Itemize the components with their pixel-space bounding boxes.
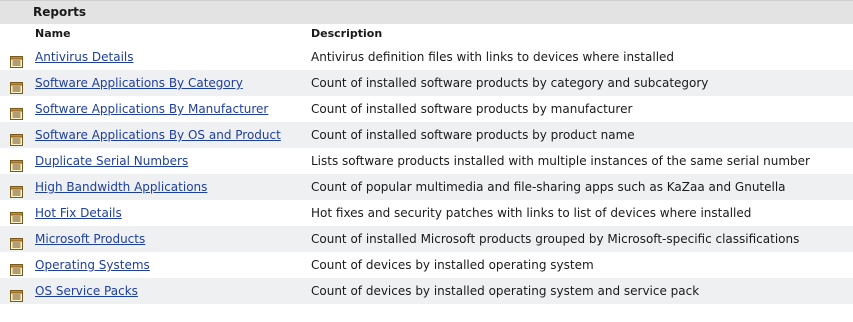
report-description: Count of devices by installed operating … xyxy=(311,258,594,272)
report-link[interactable]: Operating Systems xyxy=(35,252,150,278)
column-header-name: Name xyxy=(35,27,71,40)
report-icon xyxy=(10,259,23,276)
report-icon xyxy=(10,207,23,224)
report-description: Count of installed software products by … xyxy=(311,102,633,116)
report-link[interactable]: Duplicate Serial Numbers xyxy=(35,148,188,174)
report-icon xyxy=(10,155,23,172)
report-description: Count of popular multimedia and file-sha… xyxy=(311,180,786,194)
reports-panel: Reports Name Description Antivirus Detai… xyxy=(0,0,853,322)
table-row: Operating Systems Count of devices by ins… xyxy=(0,252,853,278)
report-icon xyxy=(10,181,23,198)
report-description: Antivirus definition files with links to… xyxy=(311,50,675,64)
report-link[interactable]: Software Applications By Manufacturer xyxy=(35,96,268,122)
panel-title: Reports xyxy=(0,0,853,24)
report-description: Count of devices by installed operating … xyxy=(311,284,700,298)
report-icon xyxy=(10,285,23,302)
reports-list: Antivirus Details Antivirus definition fi… xyxy=(0,44,853,304)
table-header: Name Description xyxy=(0,24,853,44)
report-link[interactable]: OS Service Packs xyxy=(35,278,138,304)
report-link[interactable]: Hot Fix Details xyxy=(35,200,122,226)
report-icon xyxy=(10,51,23,68)
table-row: Software Applications By OS and Product C… xyxy=(0,122,853,148)
report-description: Count of installed software products by … xyxy=(311,128,635,142)
report-description: Count of installed Microsoft products gr… xyxy=(311,232,800,246)
table-row: OS Service Packs Count of devices by inst… xyxy=(0,278,853,304)
report-icon xyxy=(10,77,23,94)
report-link[interactable]: High Bandwidth Applications xyxy=(35,174,207,200)
table-row: Duplicate Serial Numbers Lists software p… xyxy=(0,148,853,174)
report-icon xyxy=(10,103,23,120)
report-link[interactable]: Antivirus Details xyxy=(35,44,134,70)
report-description: Lists software products installed with m… xyxy=(311,154,810,168)
column-header-description: Description xyxy=(311,27,383,40)
report-icon xyxy=(10,233,23,250)
report-link[interactable]: Software Applications By OS and Product xyxy=(35,122,281,148)
table-row: Hot Fix Details Hot fixes and security pa… xyxy=(0,200,853,226)
table-row: Software Applications By Category Count o… xyxy=(0,70,853,96)
table-row: Microsoft Products Count of installed Mic… xyxy=(0,226,853,252)
table-row: High Bandwidth Applications Count of popu… xyxy=(0,174,853,200)
report-icon xyxy=(10,129,23,146)
report-link[interactable]: Software Applications By Category xyxy=(35,70,243,96)
table-row: Software Applications By Manufacturer Cou… xyxy=(0,96,853,122)
report-description: Count of installed software products by … xyxy=(311,76,709,90)
report-description: Hot fixes and security patches with link… xyxy=(311,206,752,220)
table-row: Antivirus Details Antivirus definition fi… xyxy=(0,44,853,70)
report-link[interactable]: Microsoft Products xyxy=(35,226,145,252)
